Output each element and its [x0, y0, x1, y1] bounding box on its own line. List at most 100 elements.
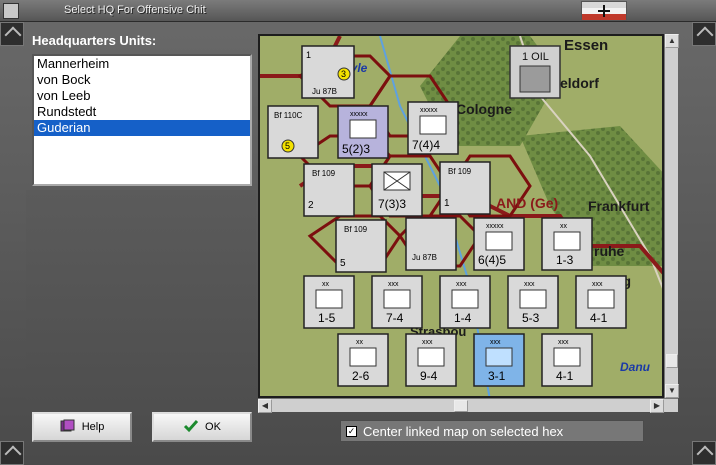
- oil-counter[interactable]: 1 OIL: [509, 45, 561, 99]
- counter-hq-2[interactable]: xxxxx 7(4)4: [407, 101, 459, 155]
- ok-button[interactable]: OK: [152, 412, 252, 442]
- counter-strength: 2: [308, 200, 314, 211]
- counter-type: Bf 109: [312, 169, 336, 178]
- flag-icon: [581, 1, 627, 21]
- counter-strength: 5-3: [522, 311, 540, 325]
- counter-stuka-ju87b[interactable]: 1 Ju 87B 3: [301, 45, 355, 99]
- scroll-thumb-horizontal[interactable]: [454, 400, 468, 412]
- counter-hq-1[interactable]: xxxxx 5(2)3: [337, 105, 389, 159]
- counter-type: Ju 87B: [312, 87, 337, 96]
- counter-size: xx: [560, 223, 568, 230]
- counter-inf-1-4[interactable]: xxx 1-4: [439, 275, 491, 329]
- counter-type: Ju 87B: [412, 253, 437, 262]
- oil-label: 1 OIL: [522, 51, 549, 63]
- app-icon: [3, 3, 19, 19]
- counter-size: xxx: [388, 281, 399, 288]
- counter-size: xxx: [456, 281, 467, 288]
- map-view[interactable]: Essen Dyle Cologne eldorf Frankfurt ruhe…: [258, 34, 664, 398]
- counter-strength: 1-3: [556, 253, 574, 267]
- oil-barrels-icon: [519, 65, 551, 93]
- title-bar[interactable]: Select HQ For Offensive Chit: [0, 0, 716, 22]
- counter-strength: 9-4: [420, 369, 438, 383]
- counter-garrison-4-1-a[interactable]: xxx 4-1: [575, 275, 627, 329]
- counter-size: xxx: [524, 281, 535, 288]
- counter-size: xxx: [558, 339, 569, 346]
- scroll-thumb-vertical[interactable]: [666, 354, 678, 368]
- counter-strength: 1-5: [318, 311, 336, 325]
- ok-label: OK: [205, 421, 221, 433]
- counter-garrison-4-1-b[interactable]: xxx 4-1: [541, 333, 593, 387]
- counter-type: Bf 110C: [274, 111, 303, 120]
- scroll-left-button[interactable]: ◀: [258, 399, 272, 413]
- counter-infantry-1[interactable]: 7(3)3: [371, 163, 423, 217]
- counter-strength: 1: [306, 50, 311, 60]
- counter-armor-corps[interactable]: xxxxx 6(4)5: [473, 217, 525, 271]
- center-linked-checkbox[interactable]: ✓: [346, 425, 357, 437]
- counter-strength: 7(4)4: [412, 138, 440, 152]
- counter-strength: 5: [340, 258, 346, 269]
- scroll-down-button[interactable]: ▼: [665, 384, 679, 398]
- counter-bf110c[interactable]: Bf 110C 5: [267, 105, 319, 159]
- counter-strength: 6(4)5: [478, 253, 506, 267]
- counter-id: 5: [285, 141, 290, 151]
- help-label: Help: [81, 421, 105, 433]
- counter-size: xxx: [422, 339, 433, 346]
- help-button[interactable]: Help: [32, 412, 132, 442]
- hq-item-mannerheim[interactable]: Mannerheim: [34, 56, 250, 72]
- counter-garrison-3-1[interactable]: xxx 3-1: [473, 333, 525, 387]
- hq-item-von-bock[interactable]: von Bock: [34, 72, 250, 88]
- counter-size: xxx: [592, 281, 603, 288]
- label-essen: Essen: [564, 37, 608, 54]
- counter-strength: 1: [444, 198, 450, 209]
- counter-armor-2-6[interactable]: xx 2-6: [337, 333, 389, 387]
- counter-strength: 3-1: [488, 369, 506, 383]
- scroll-right-button[interactable]: ▶: [650, 399, 664, 413]
- corner-top-right: [692, 22, 716, 46]
- label-cologne: Cologne: [456, 101, 512, 117]
- corner-bottom-right: [692, 441, 716, 465]
- counter-inf-7-4[interactable]: xxx 7-4: [371, 275, 423, 329]
- counter-strength: 7-4: [386, 311, 404, 325]
- hq-units-label: Headquarters Units:: [32, 33, 157, 48]
- counter-size: xxxxx: [420, 107, 438, 114]
- center-linked-label: Center linked map on selected hex: [363, 423, 564, 439]
- map-canvas[interactable]: Essen Dyle Cologne eldorf Frankfurt ruhe…: [260, 36, 664, 398]
- counter-type: Bf 109: [344, 225, 368, 234]
- counter-strength: 4-1: [556, 369, 574, 383]
- checkmark-icon: [183, 419, 199, 436]
- counter-size: xxxxx: [350, 111, 368, 118]
- help-book-icon: [60, 419, 76, 436]
- label-frankfurt: Frankfurt: [588, 198, 650, 214]
- counter-stuka-2[interactable]: Ju 87B: [405, 217, 457, 271]
- counter-size: xx: [356, 339, 364, 346]
- map-scrollbar-horizontal[interactable]: ◀ ▶: [258, 398, 678, 413]
- counter-size: xxxxx: [486, 223, 504, 230]
- corner-bottom-left: [0, 441, 24, 465]
- map-scrollbar-vertical[interactable]: ▲ ▼: [664, 34, 679, 398]
- label-danube: Danu: [620, 360, 651, 374]
- counter-inf-5-3[interactable]: xxx 5-3: [507, 275, 559, 329]
- center-linked-map-option[interactable]: ✓ Center linked map on selected hex: [340, 420, 644, 442]
- counter-inf-9-4[interactable]: xxx 9-4: [405, 333, 457, 387]
- scroll-up-button[interactable]: ▲: [665, 34, 679, 48]
- label-karlsruhe: ruhe: [594, 243, 625, 259]
- label-region: AND (Ge): [496, 195, 558, 211]
- corner-top-left: [0, 22, 24, 46]
- hq-item-von-leeb[interactable]: von Leeb: [34, 88, 250, 104]
- label-duesseldorf: eldorf: [560, 75, 599, 91]
- dialog-window: Select HQ For Offensive Chit Headquarter…: [0, 0, 716, 465]
- hq-item-guderian[interactable]: Guderian: [34, 120, 250, 136]
- left-panel: [26, 190, 256, 410]
- hq-units-list[interactable]: Mannerheim von Bock von Leeb Rundstedt G…: [32, 54, 252, 186]
- counter-fighter-1[interactable]: Bf 109 2: [303, 163, 355, 217]
- counter-strength: 4-1: [590, 311, 608, 325]
- counter-type: Bf 109: [448, 167, 472, 176]
- counter-strength: 5(2)3: [342, 142, 370, 156]
- counter-inf-1-3[interactable]: xx 1-3: [541, 217, 593, 271]
- counter-strength: 7(3)3: [378, 197, 406, 211]
- counter-fighter-3[interactable]: Bf 109 5: [335, 219, 387, 273]
- counter-size: xx: [322, 281, 330, 288]
- counter-inf-1-5[interactable]: xx 1-5: [303, 275, 355, 329]
- counter-fighter-2[interactable]: Bf 109 1: [439, 161, 491, 215]
- hq-item-rundstedt[interactable]: Rundstedt: [34, 104, 250, 120]
